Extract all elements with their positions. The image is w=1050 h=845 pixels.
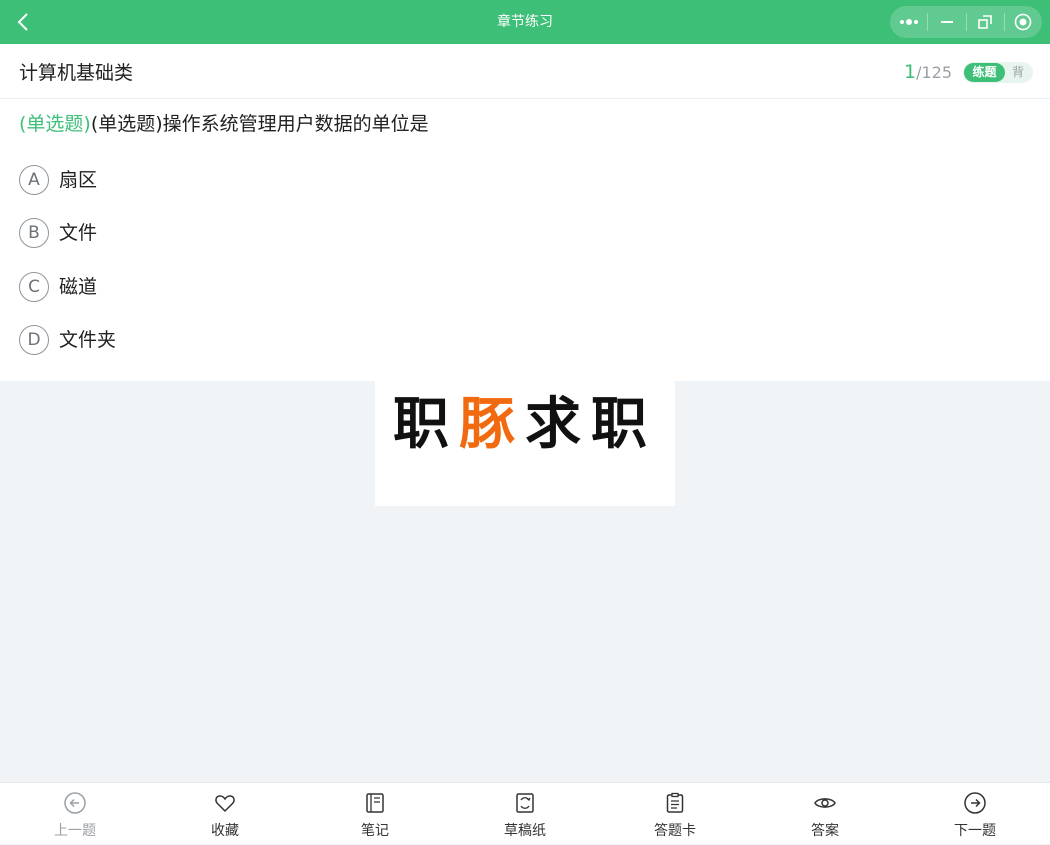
- more-button[interactable]: [890, 6, 927, 38]
- answer-button[interactable]: 答案: [750, 783, 900, 845]
- option-text: 文件: [59, 220, 97, 246]
- option-text: 扇区: [59, 167, 97, 193]
- logo-char-accent: 豚: [459, 395, 525, 455]
- close-circle-icon: [1014, 13, 1032, 31]
- option-c[interactable]: C 磁道: [19, 271, 97, 303]
- notes-button[interactable]: 笔记: [300, 783, 450, 845]
- favorite-button[interactable]: 收藏: [150, 783, 300, 845]
- option-letter: A: [19, 165, 49, 195]
- option-letter: D: [19, 325, 49, 355]
- mode-recite[interactable]: 背: [1012, 63, 1024, 82]
- restore-button[interactable]: [967, 6, 1004, 38]
- tab-label: 上一题: [0, 821, 150, 841]
- notebook-icon: [363, 791, 387, 815]
- more-dots-icon: [898, 17, 920, 27]
- logo-char: 求: [525, 395, 591, 455]
- chapter-title: 计算机基础类: [19, 60, 133, 86]
- restore-icon: [977, 14, 993, 30]
- tab-label: 下一题: [900, 821, 1050, 841]
- mode-practice[interactable]: 练题: [964, 63, 1005, 82]
- eye-icon: [813, 791, 837, 815]
- option-text: 磁道: [59, 274, 97, 300]
- mode-toggle[interactable]: 练题 背: [963, 62, 1033, 83]
- bottom-toolbar: 上一题 收藏 笔记 草稿纸 答题卡 答案 下一题: [0, 782, 1050, 844]
- tab-label: 收藏: [150, 821, 300, 841]
- tab-label: 草稿纸: [450, 821, 600, 841]
- option-letter: B: [19, 218, 49, 248]
- option-a[interactable]: A 扇区: [19, 164, 97, 196]
- arrow-left-circle-icon: [63, 791, 87, 815]
- heart-icon: [213, 791, 237, 815]
- clipboard-icon: [663, 791, 687, 815]
- next-question-button[interactable]: 下一题: [900, 783, 1050, 845]
- minimize-button[interactable]: [928, 6, 965, 38]
- tab-label: 笔记: [300, 821, 450, 841]
- option-d[interactable]: D 文件夹: [19, 324, 116, 356]
- total-count: 125: [921, 63, 952, 82]
- logo-char: 职: [591, 395, 657, 455]
- option-letter: C: [19, 272, 49, 302]
- question-counter: 1/125: [904, 61, 952, 84]
- brand-logo: 职豚求职: [375, 395, 675, 455]
- close-button[interactable]: [1005, 6, 1042, 38]
- current-index: 1: [904, 61, 916, 83]
- ad-banner[interactable]: 职豚求职: [375, 381, 675, 506]
- logo-char: 职: [393, 395, 459, 455]
- draft-paper-icon: [513, 791, 537, 815]
- question-area: (单选题)(单选题)操作系统管理用户数据的单位是 A 扇区 B 文件 C 磁道 …: [0, 99, 1050, 381]
- draft-paper-button[interactable]: 草稿纸: [450, 783, 600, 845]
- answer-sheet-button[interactable]: 答题卡: [600, 783, 750, 845]
- question-type-tag: (单选题): [19, 113, 91, 135]
- window-capsule: [890, 6, 1042, 38]
- option-b[interactable]: B 文件: [19, 217, 97, 249]
- tab-label: 答题卡: [600, 821, 750, 841]
- question-stem: (单选题)(单选题)操作系统管理用户数据的单位是: [19, 111, 429, 137]
- option-text: 文件夹: [59, 327, 116, 353]
- question-header: 计算机基础类 1/125 练题 背: [0, 44, 1050, 99]
- prev-question-button[interactable]: 上一题: [0, 783, 150, 845]
- tab-label: 答案: [750, 821, 900, 841]
- minimize-icon: [939, 14, 955, 30]
- arrow-right-circle-icon: [963, 791, 987, 815]
- question-text: (单选题)操作系统管理用户数据的单位是: [91, 113, 429, 135]
- top-bar: 章节练习: [0, 0, 1050, 44]
